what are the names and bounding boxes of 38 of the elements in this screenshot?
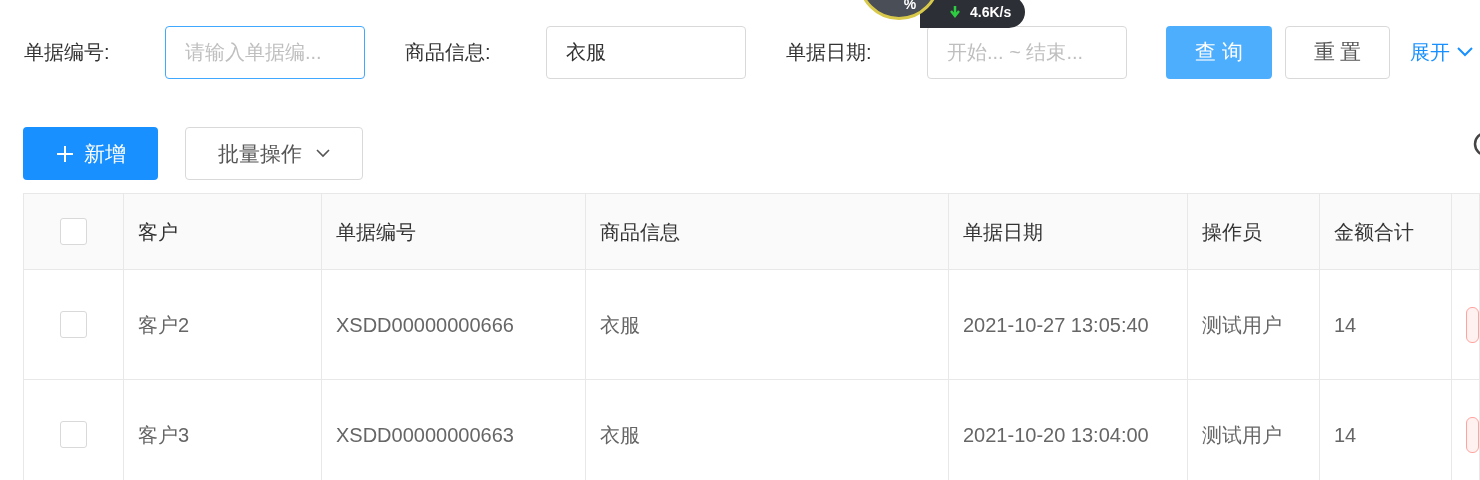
table-cell-text: XSDD00000000666 xyxy=(336,312,514,338)
table-cell-text: 客户3 xyxy=(138,422,190,448)
table-cell-text: 测试用户 xyxy=(1202,422,1282,448)
table-cell-text: 14 xyxy=(1334,422,1357,448)
chevron-down-icon xyxy=(316,149,330,158)
table-cell-text: 衣服 xyxy=(600,422,640,448)
column-header: 客户 xyxy=(138,219,178,245)
refresh-icon[interactable] xyxy=(1473,131,1480,157)
input-field[interactable]: 请输入单据编... xyxy=(165,25,365,79)
column-header: 商品信息 xyxy=(600,219,680,245)
chevron-down-icon xyxy=(1456,46,1474,58)
table-cell-text: 14 xyxy=(1334,312,1357,338)
table-cell-text: XSDD00000000663 xyxy=(336,422,514,448)
checkbox[interactable] xyxy=(60,421,87,448)
filter-label: 单据日期: xyxy=(786,40,873,65)
percent-text: % xyxy=(903,0,917,11)
reset-button[interactable]: 重 置 xyxy=(1285,25,1390,79)
batch-dropdown[interactable]: 批量操作 xyxy=(185,127,363,180)
table-cell-text: 2021-10-20 13:04:00 xyxy=(963,422,1149,448)
input-field[interactable]: 衣服 xyxy=(546,25,746,79)
column-header: 金额合计 xyxy=(1334,219,1414,245)
table-cell-text: 2021-10-27 13:05:40 xyxy=(963,312,1149,338)
checkbox[interactable] xyxy=(60,311,87,338)
column-header: 单据编号 xyxy=(336,219,416,245)
table-cell-text: 测试用户 xyxy=(1202,312,1282,338)
table-cell-text: 衣服 xyxy=(600,312,640,338)
speed-text: 4.6K/s xyxy=(970,2,1012,22)
filter-label: 单据编号: xyxy=(24,40,111,65)
table-cell-text: 客户2 xyxy=(138,312,190,338)
filter-label: 商品信息: xyxy=(405,40,492,65)
status-tag xyxy=(1466,416,1479,453)
down-arrow-icon xyxy=(950,6,960,18)
status-tag xyxy=(1466,306,1479,343)
plus-icon xyxy=(55,144,74,163)
checkbox[interactable] xyxy=(60,218,87,245)
column-header: 单据日期 xyxy=(963,219,1043,245)
input-field[interactable]: 开始... ~ 结束... xyxy=(927,25,1127,79)
column-header: 操作员 xyxy=(1202,219,1262,245)
